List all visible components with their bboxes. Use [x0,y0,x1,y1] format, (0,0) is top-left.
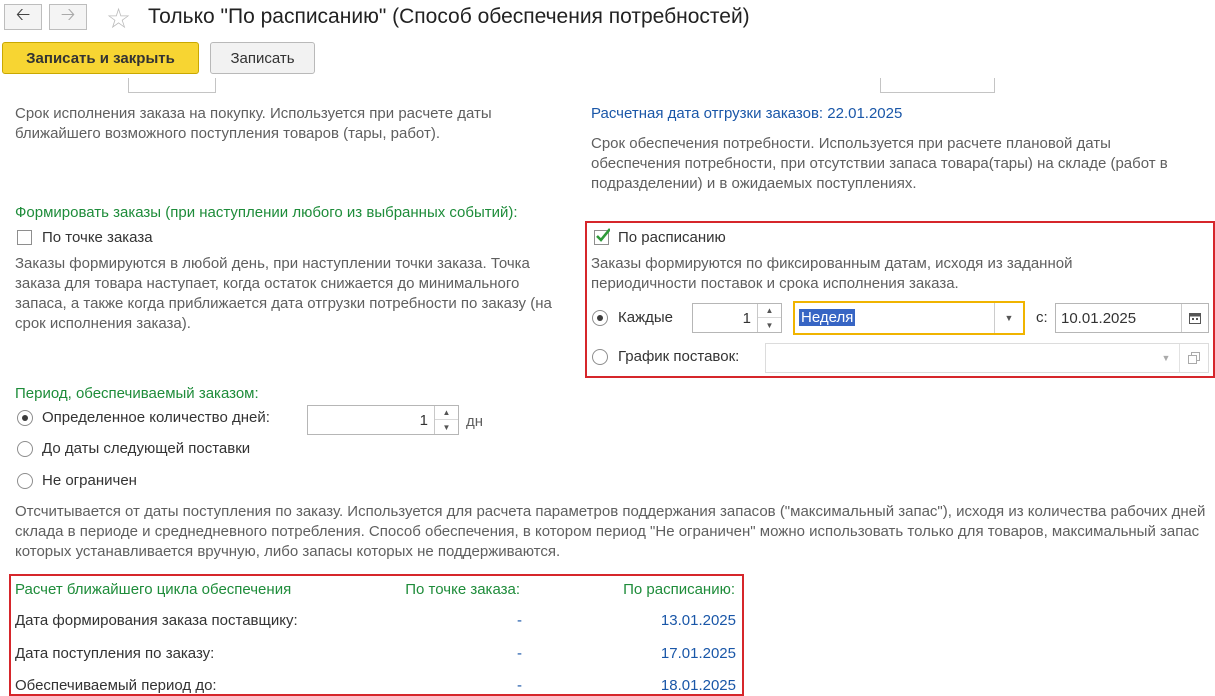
period-description: Отсчитывается от даты поступления по зак… [15,503,1206,560]
every-number-spinner[interactable]: ▲ ▼ [757,304,781,332]
every-radio[interactable] [592,310,608,326]
period-days-value: 1 [419,412,428,429]
from-date-input[interactable]: 10.01.2025 [1055,303,1209,333]
period-select[interactable]: Неделя ▼ [793,301,1025,335]
calc-row-order-point-value: - [517,677,522,694]
forward-button[interactable]: 🡢 [49,4,87,30]
period-select-value: Неделя [799,309,856,326]
from-date-value: 10.01.2025 [1061,310,1137,327]
star-icon[interactable]: ☆ [106,2,131,35]
calc-row-label: Дата поступления по заказу: [15,645,215,662]
period-days-radio[interactable] [17,410,33,426]
checkmark-icon [596,228,610,242]
every-number-value: 1 [742,310,751,327]
by-schedule-label[interactable]: По расписанию [618,229,726,246]
by-order-point-checkbox[interactable] [17,230,32,245]
save-button[interactable]: Записать [210,42,315,74]
calendar-icon[interactable] [1181,304,1208,332]
spin-down-icon[interactable]: ▼ [435,420,458,434]
arrow-right-icon: 🡢 [60,4,76,24]
by-schedule-checkbox[interactable] [594,228,610,245]
calc-row-schedule-value: 13.01.2025 [660,612,736,629]
calc-row-order-point-value: - [517,612,522,629]
supply-schedule-label[interactable]: График поставок: [618,348,739,365]
calc-row-label: Обеспечиваемый период до: [15,677,217,694]
by-order-point-description: Заказы формируются в любой день, при нас… [15,255,552,332]
period-next-delivery-label[interactable]: До даты следующей поставки [42,440,250,457]
supply-schedule-radio[interactable] [592,349,608,365]
window-title: Только "По расписанию" (Способ обеспечен… [148,5,750,28]
calc-table-heading: Расчет ближайшего цикла обеспечения [15,581,292,598]
spin-up-icon[interactable]: ▲ [758,304,781,318]
by-order-point-label[interactable]: По точке заказа [42,229,153,246]
supply-schedule-select[interactable]: ▼ [765,343,1209,373]
calc-row-schedule-value: 18.01.2025 [660,677,736,694]
save-and-close-button[interactable]: Записать и закрыть [2,42,199,74]
dropdown-arrow-icon[interactable]: ▼ [994,303,1023,333]
period-days-label[interactable]: Определенное количество дней: [42,409,270,426]
every-number-input[interactable]: 1 ▲ ▼ [692,303,782,333]
back-button[interactable]: 🡠 [4,4,42,30]
calc-row-schedule-value: 17.01.2025 [660,645,736,662]
shipment-date-label: Расчетная дата отгрузки заказов: 22.01.2… [591,105,903,122]
arrow-left-icon: 🡠 [15,4,31,24]
from-label: с: [1036,309,1048,326]
period-days-input[interactable]: 1 ▲ ▼ [307,405,459,435]
period-unlimited-label[interactable]: Не ограничен [42,472,137,489]
period-heading: Период, обеспечиваемый заказом: [15,385,259,402]
by-schedule-description: Заказы формируются по фиксированным дата… [591,255,1073,292]
supply-term-field-partial[interactable] [880,78,995,93]
form-orders-heading: Формировать заказы (при наступлении любо… [15,204,518,221]
calc-col-schedule: По расписанию: [623,581,735,598]
period-days-unit: дн [466,413,484,430]
open-window-icon[interactable] [1179,344,1208,372]
order-term-description: Срок исполнения заказа на покупку. Испол… [15,105,492,142]
order-term-field-partial[interactable] [128,78,216,93]
period-days-spinner[interactable]: ▲ ▼ [434,406,458,434]
spin-down-icon[interactable]: ▼ [758,318,781,332]
every-label[interactable]: Каждые [618,309,673,326]
period-unlimited-radio[interactable] [17,473,33,489]
dropdown-arrow-icon[interactable]: ▼ [1154,344,1178,372]
supply-term-description: Срок обеспечения потребности. Использует… [591,135,1168,192]
calc-col-order-point: По точке заказа: [405,581,520,598]
period-next-delivery-radio[interactable] [17,441,33,457]
calc-row-label: Дата формирования заказа поставщику: [15,612,298,629]
spin-up-icon[interactable]: ▲ [435,406,458,420]
calc-row-order-point-value: - [517,645,522,662]
